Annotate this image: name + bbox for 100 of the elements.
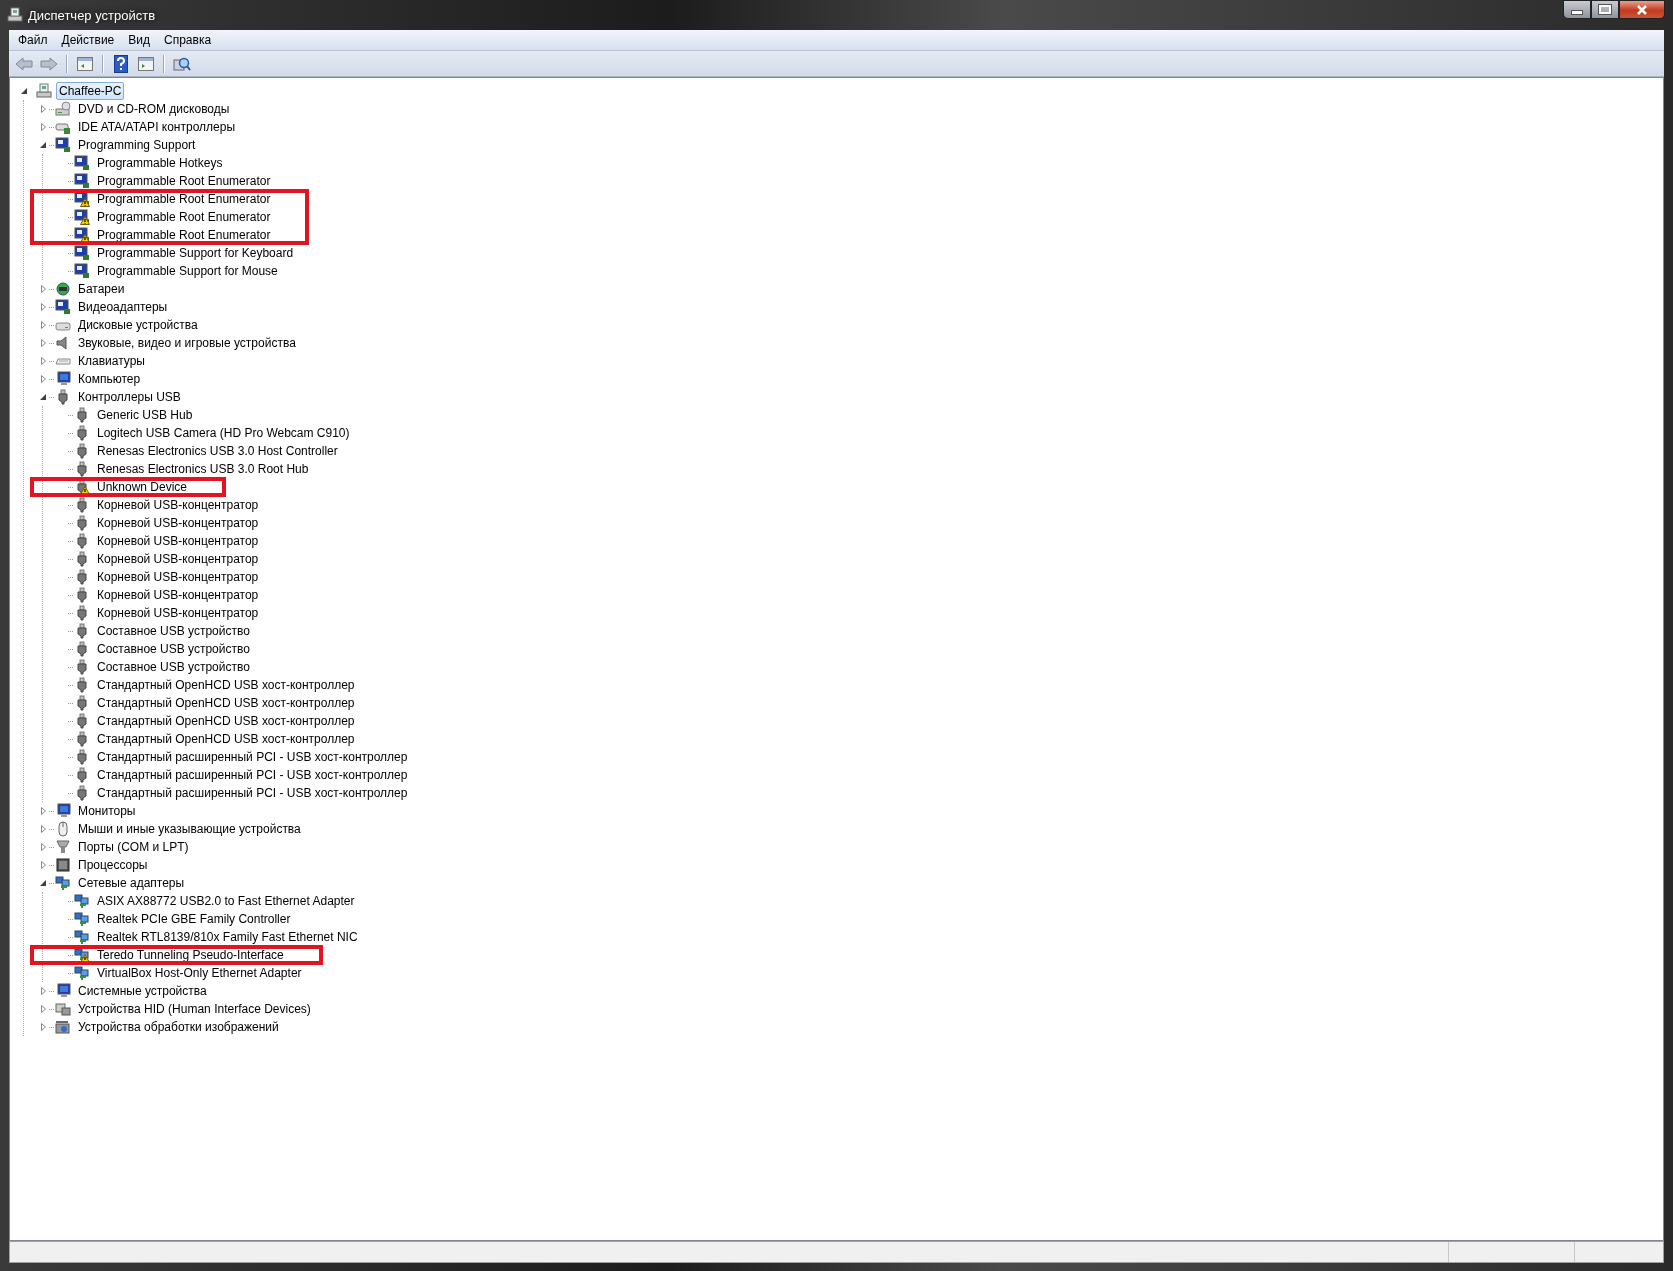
monitor-icon (55, 803, 71, 819)
tree-item[interactable]: Стандартный расширенный PCI - USB хост-контроллер (94, 766, 411, 784)
tree-item[interactable]: Составное USB устройство (94, 658, 253, 676)
tree-item[interactable]: Системные устройства (75, 982, 210, 1000)
tree-item[interactable]: Programming Support (75, 136, 199, 154)
expand-arrow-icon[interactable] (40, 321, 46, 329)
tree-item[interactable]: Generic USB Hub (94, 406, 196, 424)
tree-item[interactable]: Сетевые адаптеры (75, 874, 188, 892)
tree-item[interactable]: Стандартный OpenHCD USB хост-контроллер (94, 712, 358, 730)
menu-item[interactable]: Файл (11, 31, 55, 49)
tree-item[interactable]: Звуковые, видео и игровые устройства (75, 334, 299, 352)
tree-item[interactable]: Стандартный OpenHCD USB хост-контроллер (94, 694, 358, 712)
tree-item[interactable]: Unknown Device (94, 478, 191, 496)
expand-arrow-icon[interactable] (40, 285, 46, 293)
tree-item[interactable]: Корневой USB-концентратор (94, 496, 262, 514)
usb-plug-icon (74, 659, 90, 675)
tree-item[interactable]: Realtek RTL8139/810x Family Fast Ethernet NIC (94, 928, 361, 946)
monitor-board-icon (55, 137, 71, 153)
expand-arrow-icon[interactable] (40, 807, 46, 815)
tree-item[interactable]: Teredo Tunneling Pseudo-Interface (94, 946, 287, 964)
maximize-button[interactable] (1591, 0, 1619, 19)
usb-plug-icon (74, 641, 90, 657)
tree-item[interactable]: Батареи (75, 280, 128, 298)
usb-plug-icon (74, 407, 90, 423)
tree-item[interactable]: Видеоадаптеры (75, 298, 171, 316)
usb-plug-icon (74, 713, 90, 729)
tree-item[interactable]: Renesas Electronics USB 3.0 Host Controller (94, 442, 341, 460)
monitor-board-icon (74, 263, 90, 279)
tree-item[interactable]: Устройства обработки изображений (75, 1018, 282, 1036)
expand-arrow-icon[interactable] (40, 987, 46, 995)
menu-item[interactable]: Справка (157, 31, 219, 49)
tree-item[interactable]: Стандартный расширенный PCI - USB хост-контроллер (94, 748, 411, 766)
usb-plug-icon (74, 677, 90, 693)
tree-item[interactable]: IDE ATA/ATAPI контроллеры (75, 118, 239, 136)
expand-arrow-icon[interactable] (40, 861, 46, 869)
tree-item[interactable]: VirtualBox Host-Only Ethernet Adapter (94, 964, 305, 982)
collapse-arrow-icon[interactable] (40, 880, 46, 886)
tree-item[interactable]: Стандартный расширенный PCI - USB хост-контроллер (94, 784, 411, 802)
tree-item[interactable]: Корневой USB-концентратор (94, 514, 262, 532)
tree-item[interactable]: Корневой USB-концентратор (94, 532, 262, 550)
expand-arrow-icon[interactable] (40, 339, 46, 347)
monitor-icon (55, 983, 71, 999)
tree-item[interactable]: Составное USB устройство (94, 622, 253, 640)
usb-plug-icon (74, 533, 90, 549)
usb-plug-icon (74, 767, 90, 783)
network-icon (74, 893, 90, 909)
close-button[interactable] (1619, 0, 1665, 19)
tree-item[interactable]: Logitech USB Camera (HD Pro Webcam C910) (94, 424, 353, 442)
expand-arrow-icon[interactable] (40, 1005, 46, 1013)
tree-item[interactable]: Programmable Root Enumerator (94, 190, 274, 208)
tree-item[interactable]: Programmable Root Enumerator (94, 208, 274, 226)
usb-plug-icon (74, 443, 90, 459)
tree-item[interactable]: Компьютер (75, 370, 144, 388)
expand-arrow-icon[interactable] (40, 105, 46, 113)
tree-item[interactable]: Programmable Hotkeys (94, 154, 226, 172)
tree-item[interactable]: Корневой USB-концентратор (94, 550, 262, 568)
network-icon (74, 911, 90, 927)
expand-arrow-icon[interactable] (40, 123, 46, 131)
menu-item[interactable]: Действие (54, 31, 122, 49)
tree-item[interactable]: Корневой USB-концентратор (94, 604, 262, 622)
usb-plug-icon (74, 587, 90, 603)
expand-arrow-icon[interactable] (40, 825, 46, 833)
expand-arrow-icon[interactable] (40, 843, 46, 851)
tree-item[interactable]: Programmable Support for Mouse (94, 262, 281, 280)
tree-item[interactable]: Programmable Root Enumerator (94, 226, 274, 244)
tree-item[interactable]: Renesas Electronics USB 3.0 Root Hub (94, 460, 312, 478)
tree-item[interactable]: Клавиатуры (75, 352, 148, 370)
tree-item[interactable]: Порты (COM и LPT) (75, 838, 192, 856)
monitor-icon (55, 371, 71, 387)
menu-item[interactable]: Вид (121, 31, 157, 49)
tree-item[interactable]: Составное USB устройство (94, 640, 253, 658)
minimize-button[interactable] (1563, 0, 1591, 19)
tree-item[interactable]: Корневой USB-концентратор (94, 586, 262, 604)
tree-item[interactable]: Процессоры (75, 856, 151, 874)
tree-item[interactable]: Дисковые устройства (75, 316, 201, 334)
tree-item[interactable]: Chaffee-PC (56, 82, 125, 100)
tree-item[interactable]: Стандартный OpenHCD USB хост-контроллер (94, 676, 358, 694)
mouse-icon (55, 821, 71, 837)
monitor-board-icon (74, 245, 90, 261)
tree-item[interactable]: Корневой USB-концентратор (94, 568, 262, 586)
tree-item[interactable]: Устройства HID (Human Interface Devices) (75, 1000, 314, 1018)
tree-item[interactable]: Мыши и иные указывающие устройства (75, 820, 304, 838)
collapse-arrow-icon[interactable] (40, 142, 46, 148)
tree-item[interactable]: Стандартный OpenHCD USB хост-контроллер (94, 730, 358, 748)
tree-item[interactable]: Мониторы (75, 802, 139, 820)
tree-item[interactable]: Realtek PCIe GBE Family Controller (94, 910, 294, 928)
tree-item[interactable]: Programmable Root Enumerator (94, 172, 274, 190)
collapse-arrow-icon[interactable] (21, 88, 27, 94)
usb-plug-icon (74, 497, 90, 513)
collapse-arrow-icon[interactable] (40, 394, 46, 400)
expand-arrow-icon[interactable] (40, 357, 46, 365)
tree-item[interactable]: DVD и CD-ROM дисководы (75, 100, 233, 118)
expand-arrow-icon[interactable] (40, 375, 46, 383)
tree-item[interactable]: Контроллеры USB (75, 388, 184, 406)
expand-arrow-icon[interactable] (40, 303, 46, 311)
close-icon[interactable] (1636, 4, 1648, 15)
expand-arrow-icon[interactable] (40, 1023, 46, 1031)
usb-plug-icon (74, 623, 90, 639)
tree-item[interactable]: ASIX AX88772 USB2.0 to Fast Ethernet Adapter (94, 892, 358, 910)
tree-item[interactable]: Programmable Support for Keyboard (94, 244, 297, 262)
